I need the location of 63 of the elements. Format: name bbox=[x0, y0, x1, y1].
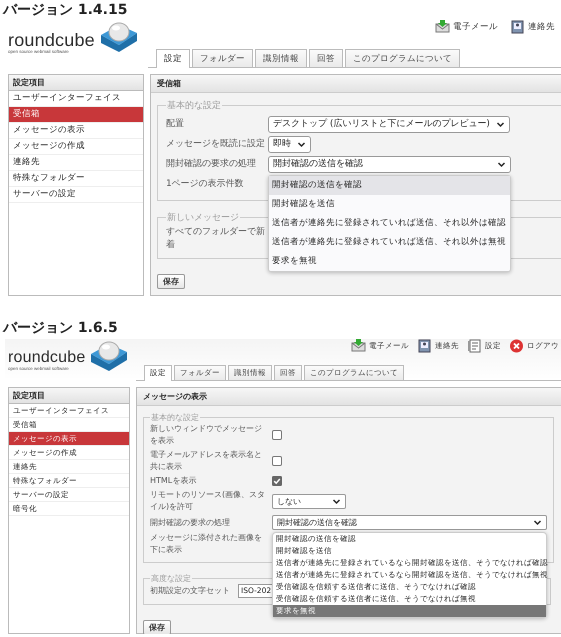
save-button[interactable]: 保存 bbox=[157, 274, 185, 289]
cube-icon bbox=[98, 20, 139, 53]
sidebar-title: 設定項目 bbox=[9, 75, 143, 91]
dropdown-select[interactable]: 即時 bbox=[268, 136, 311, 152]
toolbar-link[interactable]: 電子メール bbox=[435, 20, 498, 34]
dropdown-select[interactable]: 開封確認の送信を確認 bbox=[268, 156, 511, 172]
logo-wordmark: roundcube bbox=[8, 350, 86, 366]
group-legend: 基本的な設定 bbox=[166, 99, 222, 112]
field-label: メッセージに添付された画像を下に表示 bbox=[150, 532, 263, 556]
logo-wordmark: roundcube bbox=[8, 31, 95, 49]
field-label: 開封確認の要求の処理 bbox=[166, 158, 257, 170]
sidebar-item[interactable]: 連絡先 bbox=[9, 155, 143, 171]
field-label: 1ページの表示件数 bbox=[166, 178, 245, 190]
checkbox[interactable] bbox=[272, 456, 282, 466]
chevron-icon bbox=[497, 160, 506, 168]
tab[interactable]: 識別情報 bbox=[255, 49, 307, 67]
dropdown-option[interactable]: 要求を無視 bbox=[269, 252, 510, 270]
sidebar-item[interactable]: メッセージの表示 bbox=[9, 123, 143, 139]
tab[interactable]: 回答 bbox=[309, 49, 343, 67]
chevron-icon bbox=[533, 519, 542, 526]
tab[interactable]: フォルダー bbox=[192, 49, 253, 67]
cube-icon bbox=[89, 339, 130, 372]
chevron-icon bbox=[332, 498, 341, 504]
toolbar-link[interactable]: 連絡先 bbox=[510, 20, 555, 34]
document-icon bbox=[467, 339, 482, 353]
dropdown-option[interactable]: 送信者が連絡先に登録されていれば送信、それ以外は無視 bbox=[269, 232, 510, 252]
field-label: 配置 bbox=[166, 118, 185, 130]
field-label: リモートのリソース(画像、スタイル)を許可 bbox=[150, 489, 266, 513]
dropdown-select[interactable]: 開封確認の送信を確認 bbox=[272, 515, 547, 530]
sidebar-item[interactable]: メッセージの作成 bbox=[9, 139, 143, 155]
envelope-icon bbox=[435, 20, 450, 34]
envelope-icon bbox=[351, 339, 366, 353]
address-book-icon bbox=[510, 20, 525, 34]
field-label: 開封確認の要求の処理 bbox=[150, 516, 231, 528]
group-legend: 新しいメッセージ bbox=[166, 211, 240, 224]
field-label: 初期設定の文字セット bbox=[150, 585, 230, 597]
field-label: HTMLを表示 bbox=[150, 475, 198, 487]
field-label: 電子メールアドレスを表示名と共に表示 bbox=[150, 449, 263, 473]
save-button[interactable]: 保存 bbox=[143, 620, 171, 634]
chevron-icon bbox=[297, 140, 306, 148]
dropdown-option[interactable]: 開封確認を送信 bbox=[269, 194, 510, 214]
close-icon bbox=[509, 339, 524, 353]
field-label: 新しいウィンドウでメッセージを表示 bbox=[150, 423, 263, 447]
tab[interactable]: 設定 bbox=[156, 49, 190, 68]
sidebar-title: 設定項目 bbox=[9, 388, 129, 404]
tab[interactable]: このプログラムについて bbox=[345, 49, 460, 67]
sidebar-item[interactable]: サーバーの設定 bbox=[9, 187, 143, 203]
field-label: メッセージを既読に設定 bbox=[166, 138, 266, 150]
group-legend: 高度な設定 bbox=[150, 573, 192, 584]
dropdown-select[interactable]: しない bbox=[272, 494, 346, 508]
chevron-icon bbox=[496, 120, 505, 128]
checkbox[interactable] bbox=[272, 430, 282, 440]
version-heading: バージョン 1.4.15 bbox=[3, 1, 128, 19]
address-book-icon bbox=[417, 339, 432, 353]
group-legend: 基本的な設定 bbox=[150, 412, 200, 423]
dropdown-option[interactable]: 送信者が連絡先に登録されていれば送信、それ以外は確認 bbox=[269, 214, 510, 232]
sidebar-item[interactable]: 特殊なフォルダー bbox=[9, 171, 143, 187]
sidebar-item[interactable]: 受信箱 bbox=[9, 107, 143, 123]
dropdown-option[interactable]: 開封確認の送信を確認 bbox=[269, 176, 510, 194]
checkbox[interactable] bbox=[272, 476, 282, 486]
dropdown-select[interactable]: デスクトップ (広いリストと下にメールのプレビュー) bbox=[268, 116, 510, 132]
field-label: すべてのフォルダーで新着 bbox=[166, 226, 266, 252]
version-heading: バージョン 1.6.5 bbox=[3, 319, 118, 337]
